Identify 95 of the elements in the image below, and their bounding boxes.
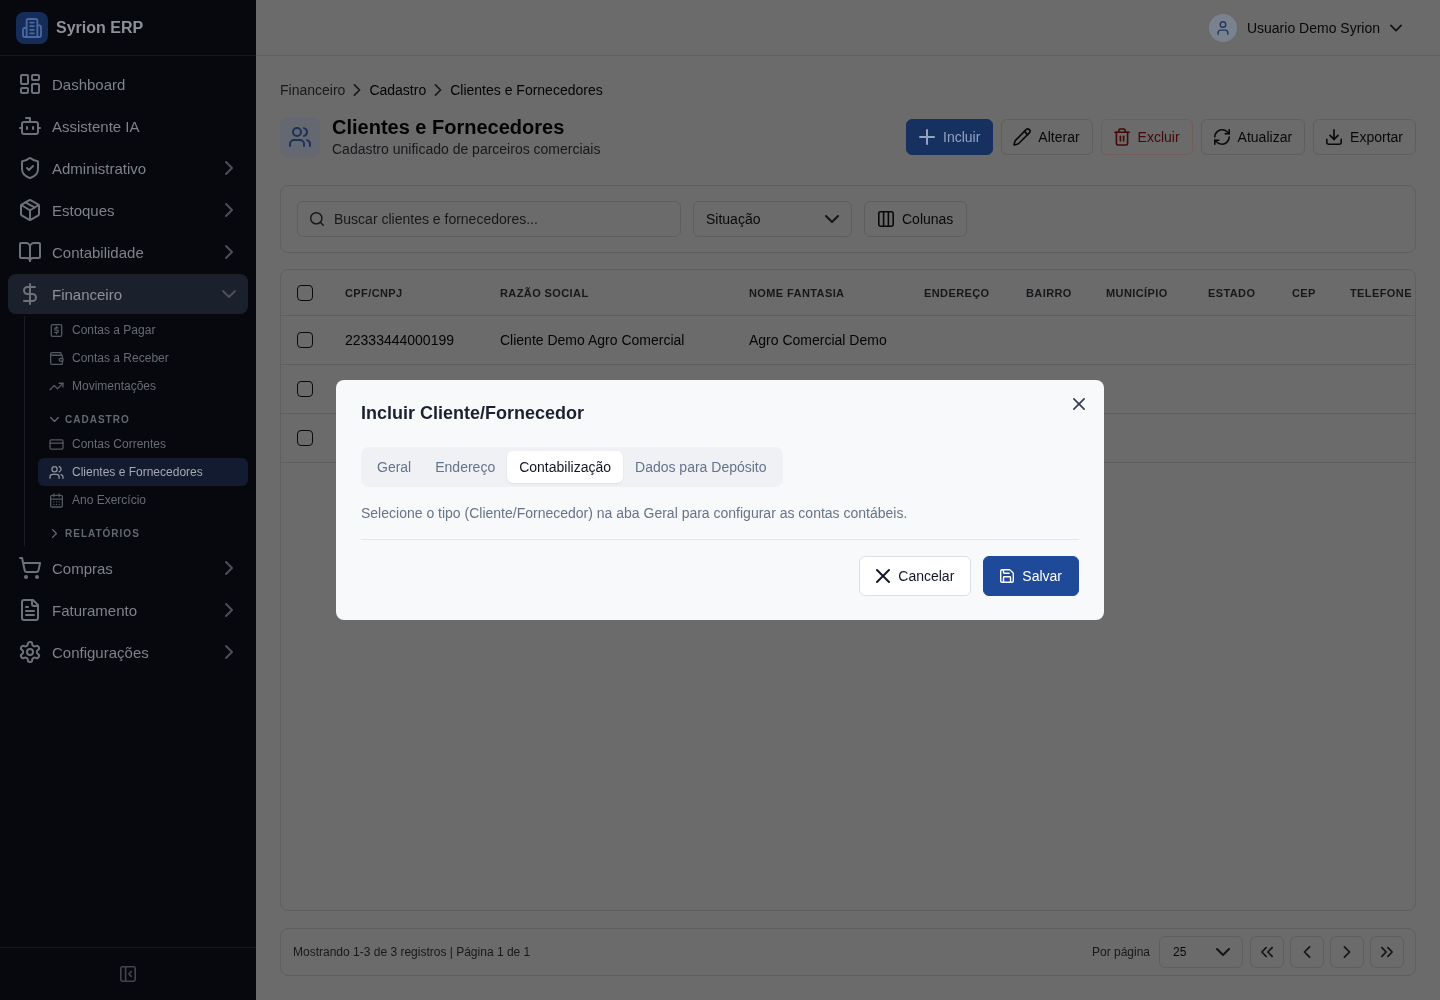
- shopping-cart-icon: [20, 558, 40, 578]
- brand-name: Syrion ERP: [56, 18, 144, 37]
- table-cell: 22333444000199: [329, 315, 484, 365]
- submenu-item[interactable]: Ano Exercício: [38, 486, 248, 514]
- columns-icon: [878, 211, 894, 227]
- submenu-item[interactable]: Contas Correntes: [38, 430, 248, 458]
- search-icon: [310, 212, 324, 226]
- column-header: CPF/CNPJ: [329, 270, 484, 316]
- user-avatar-icon: [1208, 13, 1237, 42]
- column-header: ESTADO: [1192, 270, 1276, 316]
- nav-item[interactable]: Assistente IA: [8, 106, 248, 146]
- submenu-item[interactable]: Contas a Receber: [38, 344, 248, 372]
- table-cell: Cliente Demo Agro Comercial: [484, 315, 733, 365]
- nav-item[interactable]: Contabilidade: [8, 232, 248, 272]
- box-icon: [20, 200, 40, 220]
- save-button[interactable]: Salvar: [983, 556, 1079, 596]
- export-button[interactable]: Exportar: [1313, 119, 1416, 155]
- open-book-icon: [20, 242, 40, 262]
- row-checkbox[interactable]: [297, 381, 313, 397]
- table-cell: Agro Comercial Demo: [733, 315, 908, 365]
- column-header: ENDEREÇO: [908, 270, 1010, 316]
- users-icon: [280, 117, 320, 157]
- breadcrumb-item[interactable]: Financeiro: [280, 82, 346, 98]
- chevron-down-icon: [1216, 945, 1230, 959]
- column-header: MUNICÍPIO: [1090, 270, 1192, 316]
- trash-icon: [1113, 129, 1130, 145]
- nav-item[interactable]: Financeiro: [8, 274, 248, 314]
- refresh-button[interactable]: Atualizar: [1200, 119, 1306, 155]
- submenu-item[interactable]: Contas a Pagar: [38, 316, 248, 344]
- tab[interactable]: Endereço: [423, 451, 508, 483]
- column-header: CEP: [1276, 270, 1334, 316]
- refresh-icon: [1213, 129, 1230, 145]
- chevron-left-icon: [1301, 946, 1313, 958]
- submenu-item[interactable]: Movimentações: [38, 372, 248, 400]
- wallet-icon: [50, 351, 63, 365]
- cancel-button[interactable]: Cancelar: [859, 556, 972, 596]
- close-icon: [1073, 398, 1085, 410]
- x-icon: [876, 569, 891, 583]
- per-page-select[interactable]: 25: [1159, 936, 1243, 968]
- building-logo-icon: [16, 11, 48, 44]
- breadcrumb-item: Clientes e Fornecedores: [450, 82, 603, 98]
- status-select[interactable]: Situação: [693, 201, 852, 237]
- delete-button[interactable]: Excluir: [1100, 119, 1193, 155]
- submenu-item[interactable]: Clientes e Fornecedores: [38, 458, 248, 486]
- column-header: BAIRRO: [1010, 270, 1090, 316]
- tab[interactable]: Dados para Depósito: [623, 451, 779, 483]
- nav-item[interactable]: Faturamento: [8, 590, 248, 630]
- page-title: Clientes e Fornecedores: [332, 115, 566, 139]
- shield-check-icon: [20, 158, 40, 178]
- section-header[interactable]: RELATÓRIOS: [38, 522, 248, 544]
- robot-icon: [20, 116, 40, 136]
- plus-icon: [919, 129, 935, 145]
- document-icon: [20, 600, 40, 620]
- chevron-down-icon: [825, 212, 839, 226]
- credit-card-icon: [50, 437, 63, 451]
- double-chevron-left-icon: [1261, 946, 1273, 958]
- nav-item[interactable]: Compras: [8, 548, 248, 588]
- download-icon: [1326, 129, 1343, 145]
- per-page-label: Por página: [1091, 945, 1150, 959]
- chevron-right-icon: [1341, 946, 1353, 958]
- nav-item[interactable]: Administrativo: [8, 148, 248, 188]
- users-icon: [50, 465, 63, 479]
- dollar-sign-icon: [20, 284, 40, 304]
- calendar-icon: [50, 493, 63, 507]
- double-chevron-right-icon: [1381, 946, 1393, 958]
- column-header: NOME FANTASIA: [733, 270, 908, 316]
- row-checkbox[interactable]: [297, 332, 313, 348]
- tab[interactable]: Geral: [365, 451, 424, 483]
- settings-icon: [20, 642, 40, 662]
- search-field[interactable]: Buscar clientes e fornecedores...: [297, 201, 681, 237]
- add-button[interactable]: Incluir: [906, 119, 994, 155]
- nav-item[interactable]: Estoques: [8, 190, 248, 230]
- columns-button[interactable]: Colunas: [864, 201, 968, 237]
- column-header: TELEFONE: [1334, 270, 1415, 316]
- last-page-button[interactable]: [1370, 936, 1404, 968]
- page-subtitle: Cadastro unificado de parceiros comerciais: [332, 140, 601, 159]
- edit-button[interactable]: Alterar: [1001, 119, 1093, 155]
- breadcrumb-item[interactable]: Cadastro: [369, 82, 427, 98]
- nav-item[interactable]: Dashboard: [8, 64, 248, 104]
- pagination-summary: Mostrando 1-3 de 3 registros | Página 1 de 1: [293, 945, 531, 959]
- dialog-message: Selecione o tipo (Cliente/Fornecedor) na aba Geral para configurar as contas contábeis.: [361, 504, 909, 523]
- dialog-title: Incluir Cliente/Fornecedor: [361, 402, 586, 424]
- sidebar-collapse-icon: [120, 966, 136, 982]
- pencil-icon: [1014, 129, 1031, 145]
- column-header: RAZÃO SOCIAL: [484, 270, 733, 316]
- save-icon: [1000, 569, 1015, 583]
- dashboard-grid-icon: [20, 74, 40, 94]
- section-header[interactable]: CADASTRO: [38, 408, 248, 430]
- tab[interactable]: Contabilização: [507, 451, 623, 483]
- nav-item[interactable]: Configurações: [8, 632, 248, 672]
- select-all-checkbox[interactable]: [297, 284, 313, 301]
- dollar-document-icon: [50, 323, 63, 337]
- first-page-button[interactable]: [1250, 936, 1284, 968]
- row-checkbox[interactable]: [297, 430, 313, 446]
- user-menu-button[interactable]: Usuario Demo Syrion: [1194, 9, 1416, 46]
